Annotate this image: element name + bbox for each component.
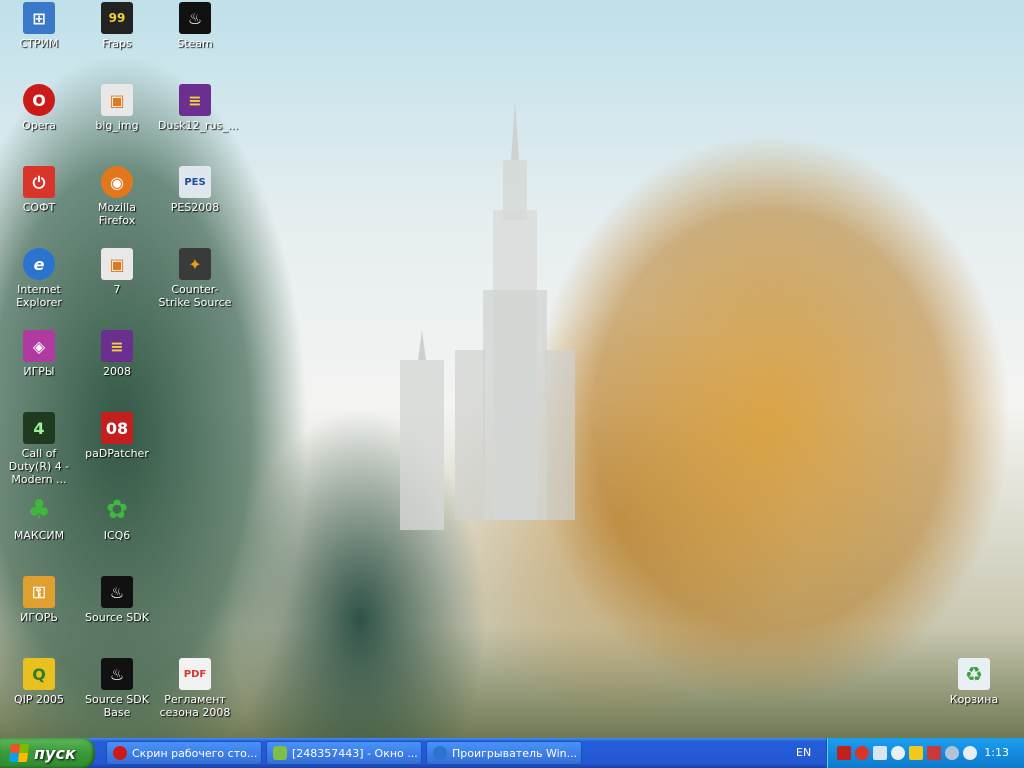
icon-label: СОФТ [22,201,56,214]
media-player-icon [433,746,447,760]
desktop-icon-source-sdk[interactable]: ♨ Source SDK [78,576,156,624]
key-folder-icon: ⚿ [23,576,55,608]
desktop-icon-reglament[interactable]: PDF Регламент сезона 2008 [156,658,234,719]
icon-label: Opera [22,119,56,132]
desktop-icon-firefox[interactable]: ◉ Mozilla Firefox [78,166,156,227]
desktop-icon-padpatcher[interactable]: 08 paDPatcher [78,412,156,460]
icon-label: Source SDK [85,611,149,624]
steam-icon: ♨ [179,2,211,34]
icon-label: Steam [177,37,213,50]
desktop-icon-opera[interactable]: O Opera [0,84,78,132]
image-file-icon: ▣ [101,84,133,116]
desktop-icon-call-of-duty[interactable]: 4 Call of Duty(R) 4 - Modern ... [0,412,78,486]
icon-label: PES2008 [170,201,220,214]
steam-icon: ♨ [101,576,133,608]
archive-icon: ≡ [179,84,211,116]
desktop-icon-fraps[interactable]: 99 Fraps [78,2,156,50]
pes-icon: PES [179,166,211,198]
taskbar-button-screenshot[interactable]: Скрин рабочего сто... [106,741,262,765]
archive-icon: ≡ [101,330,133,362]
icon-label: big_img [95,119,139,132]
desktop-icon-qip2005[interactable]: Q QIP 2005 [0,658,78,706]
fraps-icon: 99 [101,2,133,34]
desktop-icon-soft[interactable]: ⏻ СОФТ [0,166,78,214]
padpatcher-icon: 08 [101,412,133,444]
desktop-icon-maksim[interactable]: ♣ МАКСИМ [0,494,78,543]
display-icon[interactable] [945,746,959,760]
network-shortcut-icon: ⊞ [23,2,55,34]
icon-label: Call of Duty(R) 4 - Modern ... [8,447,70,486]
desktop-icon-source-sdk-base[interactable]: ♨ Source SDK Base [78,658,156,719]
desktop-icon-igor[interactable]: ⚿ ИГОРЬ [0,576,78,624]
warning-icon[interactable] [909,746,923,760]
task-label: Скрин рабочего сто... [132,746,258,760]
start-button[interactable]: пуск [0,738,95,768]
wallpaper-tower [455,100,575,520]
desktop-icon-counter-strike[interactable]: ✦ Counter-Strike Source [156,248,234,309]
call-of-duty-icon: 4 [23,412,55,444]
icon-label: СТРИМ [19,37,59,50]
tree-icon: ♣ [27,494,51,525]
opera-icon: O [23,84,55,116]
counter-strike-icon: ✦ [179,248,211,280]
clock[interactable]: 1:13 [984,738,1009,768]
task-label: Проигрыватель Win... [452,746,578,760]
desktop-icon-internet-explorer[interactable]: e Internet Explorer [0,248,78,309]
volume-icon[interactable] [873,746,887,760]
taskbar-button-chat-window[interactable]: [248357443] - Окно ... [266,741,422,765]
icon-label: paDPatcher [85,447,149,460]
chat-window-icon [273,746,287,760]
icon-label: ICQ6 [103,529,131,542]
icon-label: Source SDK Base [85,693,149,719]
icon-label: QIP 2005 [13,693,65,706]
opera-icon [113,746,127,760]
image-file-icon: ▣ [101,248,133,280]
icon-label: 2008 [103,365,131,378]
icon-label: Корзина [949,693,999,706]
search-icon[interactable] [891,746,905,760]
desktop: ⊞ СТРИМ 99 Fraps ♨ Steam O Opera ▣ big_i… [0,0,1024,738]
desktop-icon-strim[interactable]: ⊞ СТРИМ [0,2,78,50]
icon-label: ИГОРЬ [20,611,58,624]
qip-icon: Q [23,658,55,690]
icon-label: 7 [113,283,121,296]
wallpaper-side-tower [400,330,444,530]
taskbar-button-media-player[interactable]: Проигрыватель Win... [426,741,582,765]
desktop-icon-pes2008[interactable]: PES PES2008 [156,166,234,214]
icon-label: Counter-Strike Source [158,283,232,309]
antivirus-icon[interactable] [837,746,851,760]
icq-icon: ✿ [106,494,128,525]
icon-label: Dusk12_rus_... [158,119,239,132]
internet-explorer-icon: e [23,248,55,280]
info-icon[interactable] [963,746,977,760]
desktop-icon-dusk12[interactable]: ≡ Dusk12_rus_... [156,84,239,132]
icon-label: Internet Explorer [16,283,62,309]
pdf-file-icon: PDF [179,658,211,690]
taskbar: пуск Скрин рабочего сто... [248357443] -… [0,738,1024,768]
firefox-icon: ◉ [101,166,133,198]
desktop-icon-recycle-bin[interactable]: ♻ Корзина [935,658,1013,706]
desktop-icon-2008[interactable]: ≡ 2008 [78,330,156,378]
games-icon: ◈ [23,330,55,362]
icon-label: ИГРЫ [23,365,55,378]
icon-label: МАКСИМ [13,529,65,542]
desktop-icon-steam[interactable]: ♨ Steam [156,2,234,50]
system-tray: 1:13 [826,738,1024,768]
desktop-icon-igry[interactable]: ◈ ИГРЫ [0,330,78,378]
security-icon[interactable] [927,746,941,760]
desktop-icon-big-img[interactable]: ▣ big_img [78,84,156,132]
start-label: пуск [34,743,76,763]
language-indicator[interactable]: EN [796,738,811,768]
desktop-icon-7[interactable]: ▣ 7 [78,248,156,296]
power-folder-icon: ⏻ [23,166,55,198]
icon-label: Mozilla Firefox [98,201,136,227]
steam-icon: ♨ [101,658,133,690]
icon-label: Fraps [102,37,132,50]
task-label: [248357443] - Окно ... [292,746,418,760]
icon-label: Регламент сезона 2008 [159,693,231,719]
recycle-bin-icon: ♻ [958,658,990,690]
network-icon[interactable] [855,746,869,760]
windows-logo-icon [9,744,29,762]
desktop-icon-icq6[interactable]: ✿ ICQ6 [78,494,156,543]
